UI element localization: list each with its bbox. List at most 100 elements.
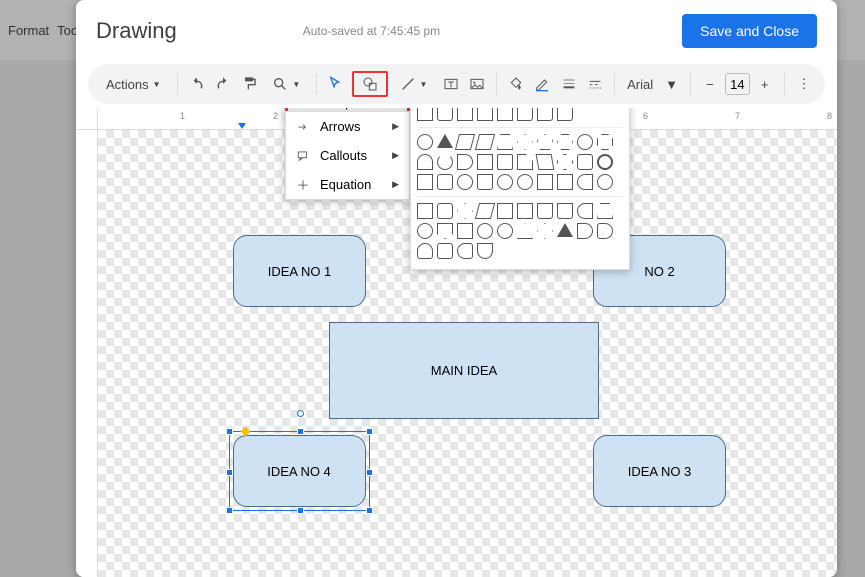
idea-1-shape[interactable]: IDEA NO 1 xyxy=(233,235,366,307)
flowchart-data[interactable] xyxy=(475,203,495,219)
flowchart-display[interactable] xyxy=(597,223,613,239)
arrows-menu-item[interactable]: Arrows▶ xyxy=(286,112,409,141)
flowchart-process[interactable] xyxy=(417,203,433,219)
shape-snip-same[interactable] xyxy=(497,108,513,121)
shape-diagonal-stripe[interactable] xyxy=(536,154,555,170)
flowchart-summing[interactable] xyxy=(477,223,493,239)
resize-handle-sw[interactable] xyxy=(226,507,233,514)
font-size-input[interactable]: 14 xyxy=(725,73,749,95)
image-button[interactable] xyxy=(466,71,488,97)
ruler-marker[interactable] xyxy=(238,123,246,129)
shape-rectangle[interactable] xyxy=(417,108,433,121)
flowchart-decision[interactable] xyxy=(457,203,473,219)
shape-lightning[interactable] xyxy=(537,174,553,190)
resize-handle-n[interactable] xyxy=(297,428,304,435)
flowchart-seq-storage[interactable] xyxy=(417,243,433,259)
idea-3-shape[interactable]: IDEA NO 3 xyxy=(593,435,726,507)
border-color-button[interactable] xyxy=(531,71,553,97)
shape-smiley[interactable] xyxy=(497,174,513,190)
flowchart-predefined[interactable] xyxy=(497,203,513,219)
flowchart-collate[interactable] xyxy=(517,223,533,239)
resize-handle-e[interactable] xyxy=(366,469,373,476)
shape-half-frame[interactable] xyxy=(497,154,513,170)
shape-right-triangle[interactable] xyxy=(455,134,475,150)
fill-color-button[interactable] xyxy=(505,71,527,97)
shape-bevel[interactable] xyxy=(437,174,453,190)
flowchart-or[interactable] xyxy=(497,223,513,239)
flowchart-connector[interactable] xyxy=(417,223,433,239)
flowchart-manual-op[interactable] xyxy=(597,203,613,219)
resize-handle-se[interactable] xyxy=(366,507,373,514)
shape-snip-corner[interactable] xyxy=(457,108,473,121)
shape-teardrop[interactable] xyxy=(457,154,473,170)
shape-can[interactable] xyxy=(597,154,613,170)
shape-tool-button[interactable] xyxy=(352,71,388,97)
shape-cross[interactable] xyxy=(557,154,573,170)
resize-handle-ne[interactable] xyxy=(366,428,373,435)
shape-pie[interactable] xyxy=(437,154,453,170)
font-increase-button[interactable]: + xyxy=(754,71,776,97)
redo-button[interactable] xyxy=(212,71,234,97)
shape-parallelogram[interactable] xyxy=(475,134,495,150)
shape-moon[interactable] xyxy=(577,174,593,190)
shape-frame[interactable] xyxy=(477,154,493,170)
shape-chord[interactable] xyxy=(417,154,433,170)
main-idea-shape[interactable]: MAIN IDEA xyxy=(329,322,599,419)
shape-folded-corner[interactable] xyxy=(477,174,493,190)
zoom-button[interactable]: ▼ xyxy=(264,71,308,97)
shape-hexagon[interactable] xyxy=(557,134,573,150)
flowchart-stored-data[interactable] xyxy=(477,243,493,259)
shape-snip-diag[interactable] xyxy=(517,108,533,121)
flowchart-card[interactable] xyxy=(457,223,473,239)
flowchart-magnetic-disk[interactable] xyxy=(437,243,453,259)
ruler-corner xyxy=(76,108,98,130)
save-and-close-button[interactable]: Save and Close xyxy=(682,14,817,48)
more-options-button[interactable]: ⋮ xyxy=(793,71,815,97)
resize-handle-s[interactable] xyxy=(297,507,304,514)
border-dash-button[interactable] xyxy=(584,71,606,97)
shape-snip-single[interactable] xyxy=(477,108,493,121)
shape-trapezoid[interactable] xyxy=(497,134,513,150)
rotate-handle[interactable] xyxy=(297,410,304,417)
font-family-select[interactable]: Arial▼ xyxy=(623,77,682,92)
flowchart-direct-access[interactable] xyxy=(457,243,473,259)
line-tool-button[interactable]: ▼ xyxy=(392,71,436,97)
shape-round-single[interactable] xyxy=(537,108,553,121)
adjust-handle[interactable] xyxy=(241,427,251,437)
flowchart-alt-process[interactable] xyxy=(437,203,453,219)
callouts-menu-item[interactable]: Callouts▶ xyxy=(286,141,409,170)
resize-handle-nw[interactable] xyxy=(226,428,233,435)
shape-diamond[interactable] xyxy=(517,134,533,150)
equation-menu-item[interactable]: Equation▶ xyxy=(286,170,409,199)
select-tool-button[interactable] xyxy=(325,71,347,97)
shape-oval[interactable] xyxy=(417,134,433,150)
shape-heptagon[interactable] xyxy=(577,134,593,150)
shape-donut[interactable] xyxy=(457,174,473,190)
undo-button[interactable] xyxy=(185,71,207,97)
border-weight-button[interactable] xyxy=(558,71,580,97)
textbox-button[interactable] xyxy=(439,71,461,97)
flowchart-offpage[interactable] xyxy=(437,223,453,239)
flowchart-internal-storage[interactable] xyxy=(517,203,533,219)
flowchart-terminator[interactable] xyxy=(577,203,593,219)
flowchart-multidoc[interactable] xyxy=(557,203,573,219)
shape-cube[interactable] xyxy=(417,174,433,190)
shape-sun[interactable] xyxy=(557,174,573,190)
shape-octagon[interactable] xyxy=(597,134,613,150)
shape-round-same[interactable] xyxy=(557,108,573,121)
shape-heart[interactable] xyxy=(517,174,533,190)
font-decrease-button[interactable]: − xyxy=(699,71,721,97)
flowchart-delay[interactable] xyxy=(577,223,593,239)
shape-triangle[interactable] xyxy=(437,134,453,148)
shape-pentagon[interactable] xyxy=(537,134,553,150)
shape-plaque[interactable] xyxy=(577,154,593,170)
paint-format-button[interactable] xyxy=(238,71,260,97)
flowchart-document[interactable] xyxy=(537,203,553,219)
shape-rounded-rectangle[interactable] xyxy=(437,108,453,121)
flowchart-sort[interactable] xyxy=(537,223,553,239)
actions-menu-button[interactable]: Actions▼ xyxy=(98,71,169,97)
flowchart-extract[interactable] xyxy=(557,223,573,237)
shape-l-shape[interactable] xyxy=(517,154,533,170)
shape-cloud[interactable] xyxy=(597,174,613,190)
resize-handle-w[interactable] xyxy=(226,469,233,476)
